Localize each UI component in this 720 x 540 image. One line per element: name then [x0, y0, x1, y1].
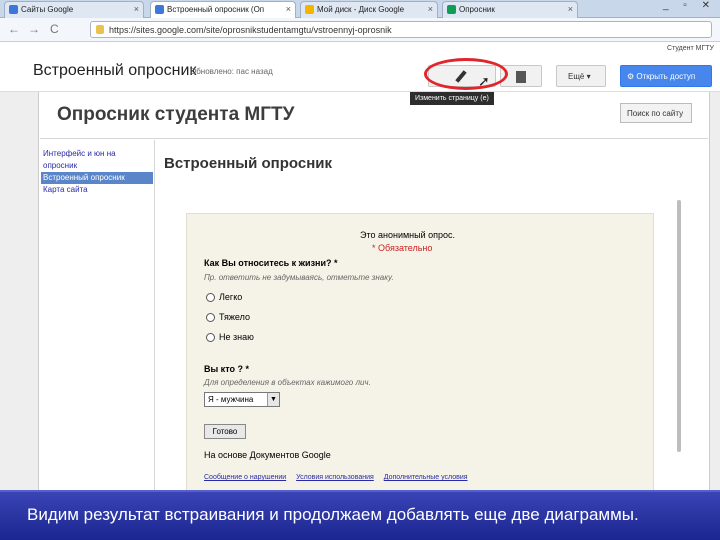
google-forms-icon — [447, 5, 456, 14]
radio-button[interactable] — [206, 293, 215, 303]
submit-button[interactable]: Готово — [204, 424, 246, 439]
select-value: Я - мужчина — [208, 395, 254, 404]
sidebar-item-embedded-survey[interactable]: Встроенный опросник — [41, 172, 153, 184]
site-title[interactable]: Опросник студента МГТУ — [57, 104, 294, 126]
highlight-circle — [424, 58, 508, 90]
browser-toolbar: ← → C https://sites.google.com/site/opro… — [0, 18, 720, 42]
reload-icon[interactable]: C — [50, 22, 59, 36]
slide-caption: Видим результат встраивания и продолжаем… — [27, 505, 639, 524]
content-title: Встроенный опросник — [164, 155, 332, 172]
share-label: Открыть доступ — [636, 72, 696, 81]
tab-label: Мой диск - Диск Google — [317, 5, 405, 14]
tab-embedded-survey[interactable]: Встроенный опросник (Оп × — [150, 1, 296, 19]
google-sites-icon — [155, 5, 164, 14]
tab-google-sites[interactable]: Сайты Google × — [4, 1, 144, 18]
question-hint: Пр. ответить не задумываясь, отметьте зн… — [204, 273, 394, 282]
radio-option[interactable]: Тяжело — [206, 312, 250, 323]
radio-button[interactable] — [206, 333, 215, 343]
window-controls[interactable]: _ ▫ ✕ — [663, 0, 716, 11]
tab-label: Встроенный опросник (Оп — [167, 5, 265, 14]
powered-by: На основе Документов Google — [204, 450, 331, 460]
sidebar-item-site-map[interactable]: Карта сайта — [41, 184, 153, 196]
close-icon[interactable]: × — [568, 4, 573, 14]
radio-option[interactable]: Легко — [206, 292, 242, 303]
more-button[interactable]: Ещё ▾ — [556, 65, 606, 87]
share-icon: ⚙ — [627, 72, 635, 81]
required-note: * Обязательно — [372, 243, 433, 253]
chevron-down-icon[interactable]: ▼ — [267, 393, 279, 406]
scrollbar[interactable] — [677, 200, 681, 452]
google-drive-icon — [305, 5, 314, 14]
google-sites-icon — [9, 5, 18, 14]
share-button[interactable]: ⚙ Открыть доступ — [620, 65, 712, 87]
address-bar[interactable]: https://sites.google.com/site/oprosnikst… — [90, 21, 712, 38]
divider — [154, 140, 155, 500]
close-icon[interactable]: × — [428, 4, 433, 14]
sidebar-item-survey[interactable]: опросник — [41, 160, 153, 172]
terms-link[interactable]: Условия использования — [296, 474, 374, 481]
sidebar-item-interface[interactable]: Интерфейс и юн на — [41, 148, 153, 160]
anonymous-note: Это анонимный опрос. — [360, 230, 456, 240]
radio-option[interactable]: Не знаю — [206, 332, 254, 343]
close-icon[interactable]: × — [134, 4, 139, 14]
additional-terms-link[interactable]: Дополнительные условия — [384, 474, 468, 481]
question-title: Вы кто ? * — [204, 364, 249, 374]
edit-tooltip: Изменить страницу (e) — [410, 92, 494, 105]
tab-label: Опросник — [459, 5, 495, 14]
new-page-icon — [516, 71, 526, 83]
mouse-cursor-icon: ➚ — [478, 73, 490, 89]
sites-header: Студент МГТУ Встроенный опросник Обновле… — [0, 42, 720, 92]
gender-select[interactable]: Я - мужчина ▼ — [204, 392, 280, 407]
lock-icon — [96, 25, 104, 34]
page-name: Встроенный опросник — [33, 62, 197, 79]
tab-label: Сайты Google — [21, 5, 74, 14]
question-hint: Для определения в объектах кажимого лич. — [204, 378, 371, 387]
report-abuse-link[interactable]: Сообщение о нарушении — [204, 474, 286, 481]
form-footer-links: Сообщение о нарушении Условия использова… — [204, 474, 476, 481]
tab-my-drive[interactable]: Мой диск - Диск Google × — [300, 1, 438, 18]
radio-button[interactable] — [206, 313, 215, 323]
close-icon[interactable]: × — [286, 4, 291, 14]
back-arrow-icon[interactable]: ← — [8, 22, 20, 36]
question-title: Как Вы относитесь к жизни? * — [204, 258, 338, 268]
tab-survey-form[interactable]: Опросник × — [442, 1, 578, 18]
user-account[interactable]: Студент МГТУ — [667, 45, 714, 52]
site-search-button[interactable]: Поиск по сайту — [620, 103, 692, 123]
forward-arrow-icon[interactable]: → — [28, 22, 40, 36]
browser-tab-strip: Сайты Google × Встроенный опросник (Оп ×… — [0, 0, 720, 19]
saved-status: Обновлено: пас назад — [190, 67, 273, 76]
url-text: https://sites.google.com/site/oprosnikst… — [109, 25, 392, 35]
divider — [40, 138, 708, 139]
site-sidebar: Интерфейс и юн на опросник Встроенный оп… — [41, 148, 153, 196]
